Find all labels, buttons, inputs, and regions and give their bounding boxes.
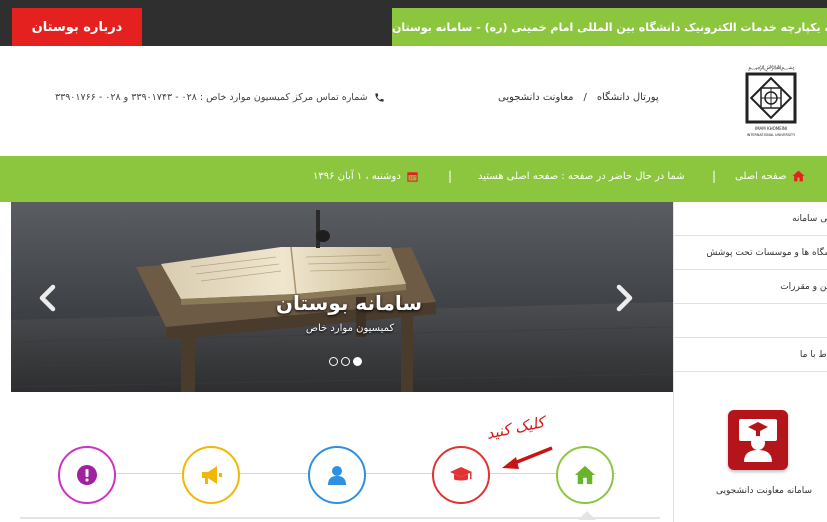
- megaphone-icon: [202, 466, 222, 484]
- sidebar-item-contact[interactable]: باط با ما: [674, 338, 827, 372]
- current-date: دوشنبه ، ۱ آبان ۱۳۹۶: [313, 171, 418, 182]
- slide-subtitle: کمیسیون موارد خاص: [305, 323, 395, 334]
- alert-button[interactable]: [58, 446, 116, 504]
- calendar-icon: [407, 172, 418, 182]
- slider-prev-arrow[interactable]: [37, 284, 59, 312]
- nav-divider: |: [712, 169, 717, 183]
- student-affairs-label: سامانه معاونت دانشجویی: [716, 486, 812, 496]
- site-title: سامانه یکپارچه خدمات الکترونیک دانشگاه ب…: [392, 8, 827, 46]
- home-icon: [793, 170, 805, 182]
- top-bar: درباره بوستان سامانه یکپارچه خدمات الکتر…: [0, 0, 827, 46]
- svg-text:IMAM KHOMEINI: IMAM KHOMEINI: [755, 126, 787, 131]
- contact-text: شماره تماس مرکز کمیسیون موارد خاص : ۰۲۸ …: [55, 92, 368, 103]
- education-button[interactable]: [432, 446, 490, 504]
- profile-button[interactable]: [308, 446, 366, 504]
- about-button[interactable]: درباره بوستان: [12, 8, 142, 46]
- user-icon: [328, 466, 346, 485]
- slide-title: سامانه بوستان: [275, 291, 423, 315]
- nav-divider: |: [448, 169, 453, 183]
- sidebar: قی سامانه شگاه ها و موسسات تحت پوشش نین …: [673, 202, 827, 522]
- hero-slider: سامانه بوستان کمیسیون موارد خاص: [11, 202, 673, 392]
- university-logo[interactable]: ﷽ IMAM KHOMEINI INTERNATIONAL UNIVERSITY: [741, 60, 801, 142]
- header: ﷽ IMAM KHOMEINI INTERNATIONAL UNIVERSITY…: [0, 46, 827, 156]
- svg-text:INTERNATIONAL UNIVERSITY: INTERNATIONAL UNIVERSITY: [747, 133, 796, 137]
- announcements-button[interactable]: [182, 446, 240, 504]
- sidebar-item-about-system[interactable]: قی سامانه: [674, 202, 827, 236]
- slider-dot-active[interactable]: [353, 357, 362, 366]
- home-link[interactable]: صفحه اصلی: [735, 170, 805, 182]
- graduation-cap-icon: [450, 467, 472, 481]
- current-page-text: شما در حال حاضر در صفحه : صفحه اصلی هستی…: [478, 171, 685, 182]
- slider-next-arrow[interactable]: [613, 284, 635, 312]
- sidebar-item-label: قی سامانه: [792, 213, 827, 224]
- slider-dot[interactable]: [341, 357, 350, 366]
- home-label: صفحه اصلی: [735, 170, 787, 182]
- click-here-annotation: کلیک کنید: [484, 413, 547, 443]
- active-indicator: [578, 511, 596, 520]
- breadcrumb-portal[interactable]: پورتال دانشگاه: [597, 92, 659, 103]
- date-text: دوشنبه ، ۱ آبان ۱۳۹۶: [313, 171, 401, 182]
- content-divider: [20, 517, 660, 519]
- sidebar-item-misc[interactable]: ر: [674, 304, 827, 338]
- nav-bar: صفحه اصلی | شما در حال حاضر در صفحه : صف…: [0, 156, 827, 202]
- slider-dots: [329, 357, 362, 366]
- breadcrumb-student-affairs[interactable]: معاونت دانشجویی: [498, 92, 574, 103]
- home-button[interactable]: [556, 446, 614, 504]
- student-affairs-tile[interactable]: [728, 410, 788, 470]
- breadcrumb-separator: /: [583, 92, 587, 103]
- breadcrumb: پورتال دانشگاه / معاونت دانشجویی: [498, 92, 659, 103]
- sidebar-item-rules[interactable]: نین و مقررات: [674, 270, 827, 304]
- svg-text:﷽: ﷽: [748, 64, 794, 72]
- graduate-icon: [739, 419, 777, 462]
- sidebar-item-label: نین و مقررات: [780, 281, 827, 292]
- annotation-arrow-icon: [502, 446, 553, 469]
- phone-icon: [375, 93, 384, 102]
- sidebar-item-label: شگاه ها و موسسات تحت پوشش: [706, 247, 827, 258]
- slider-dot[interactable]: [329, 357, 338, 366]
- contact-info: شماره تماس مرکز کمیسیون موارد خاص : ۰۲۸ …: [55, 92, 385, 103]
- alert-icon: [77, 465, 97, 485]
- sidebar-item-universities[interactable]: شگاه ها و موسسات تحت پوشش: [674, 236, 827, 270]
- home-icon: [575, 465, 595, 485]
- sidebar-item-label: باط با ما: [799, 349, 827, 360]
